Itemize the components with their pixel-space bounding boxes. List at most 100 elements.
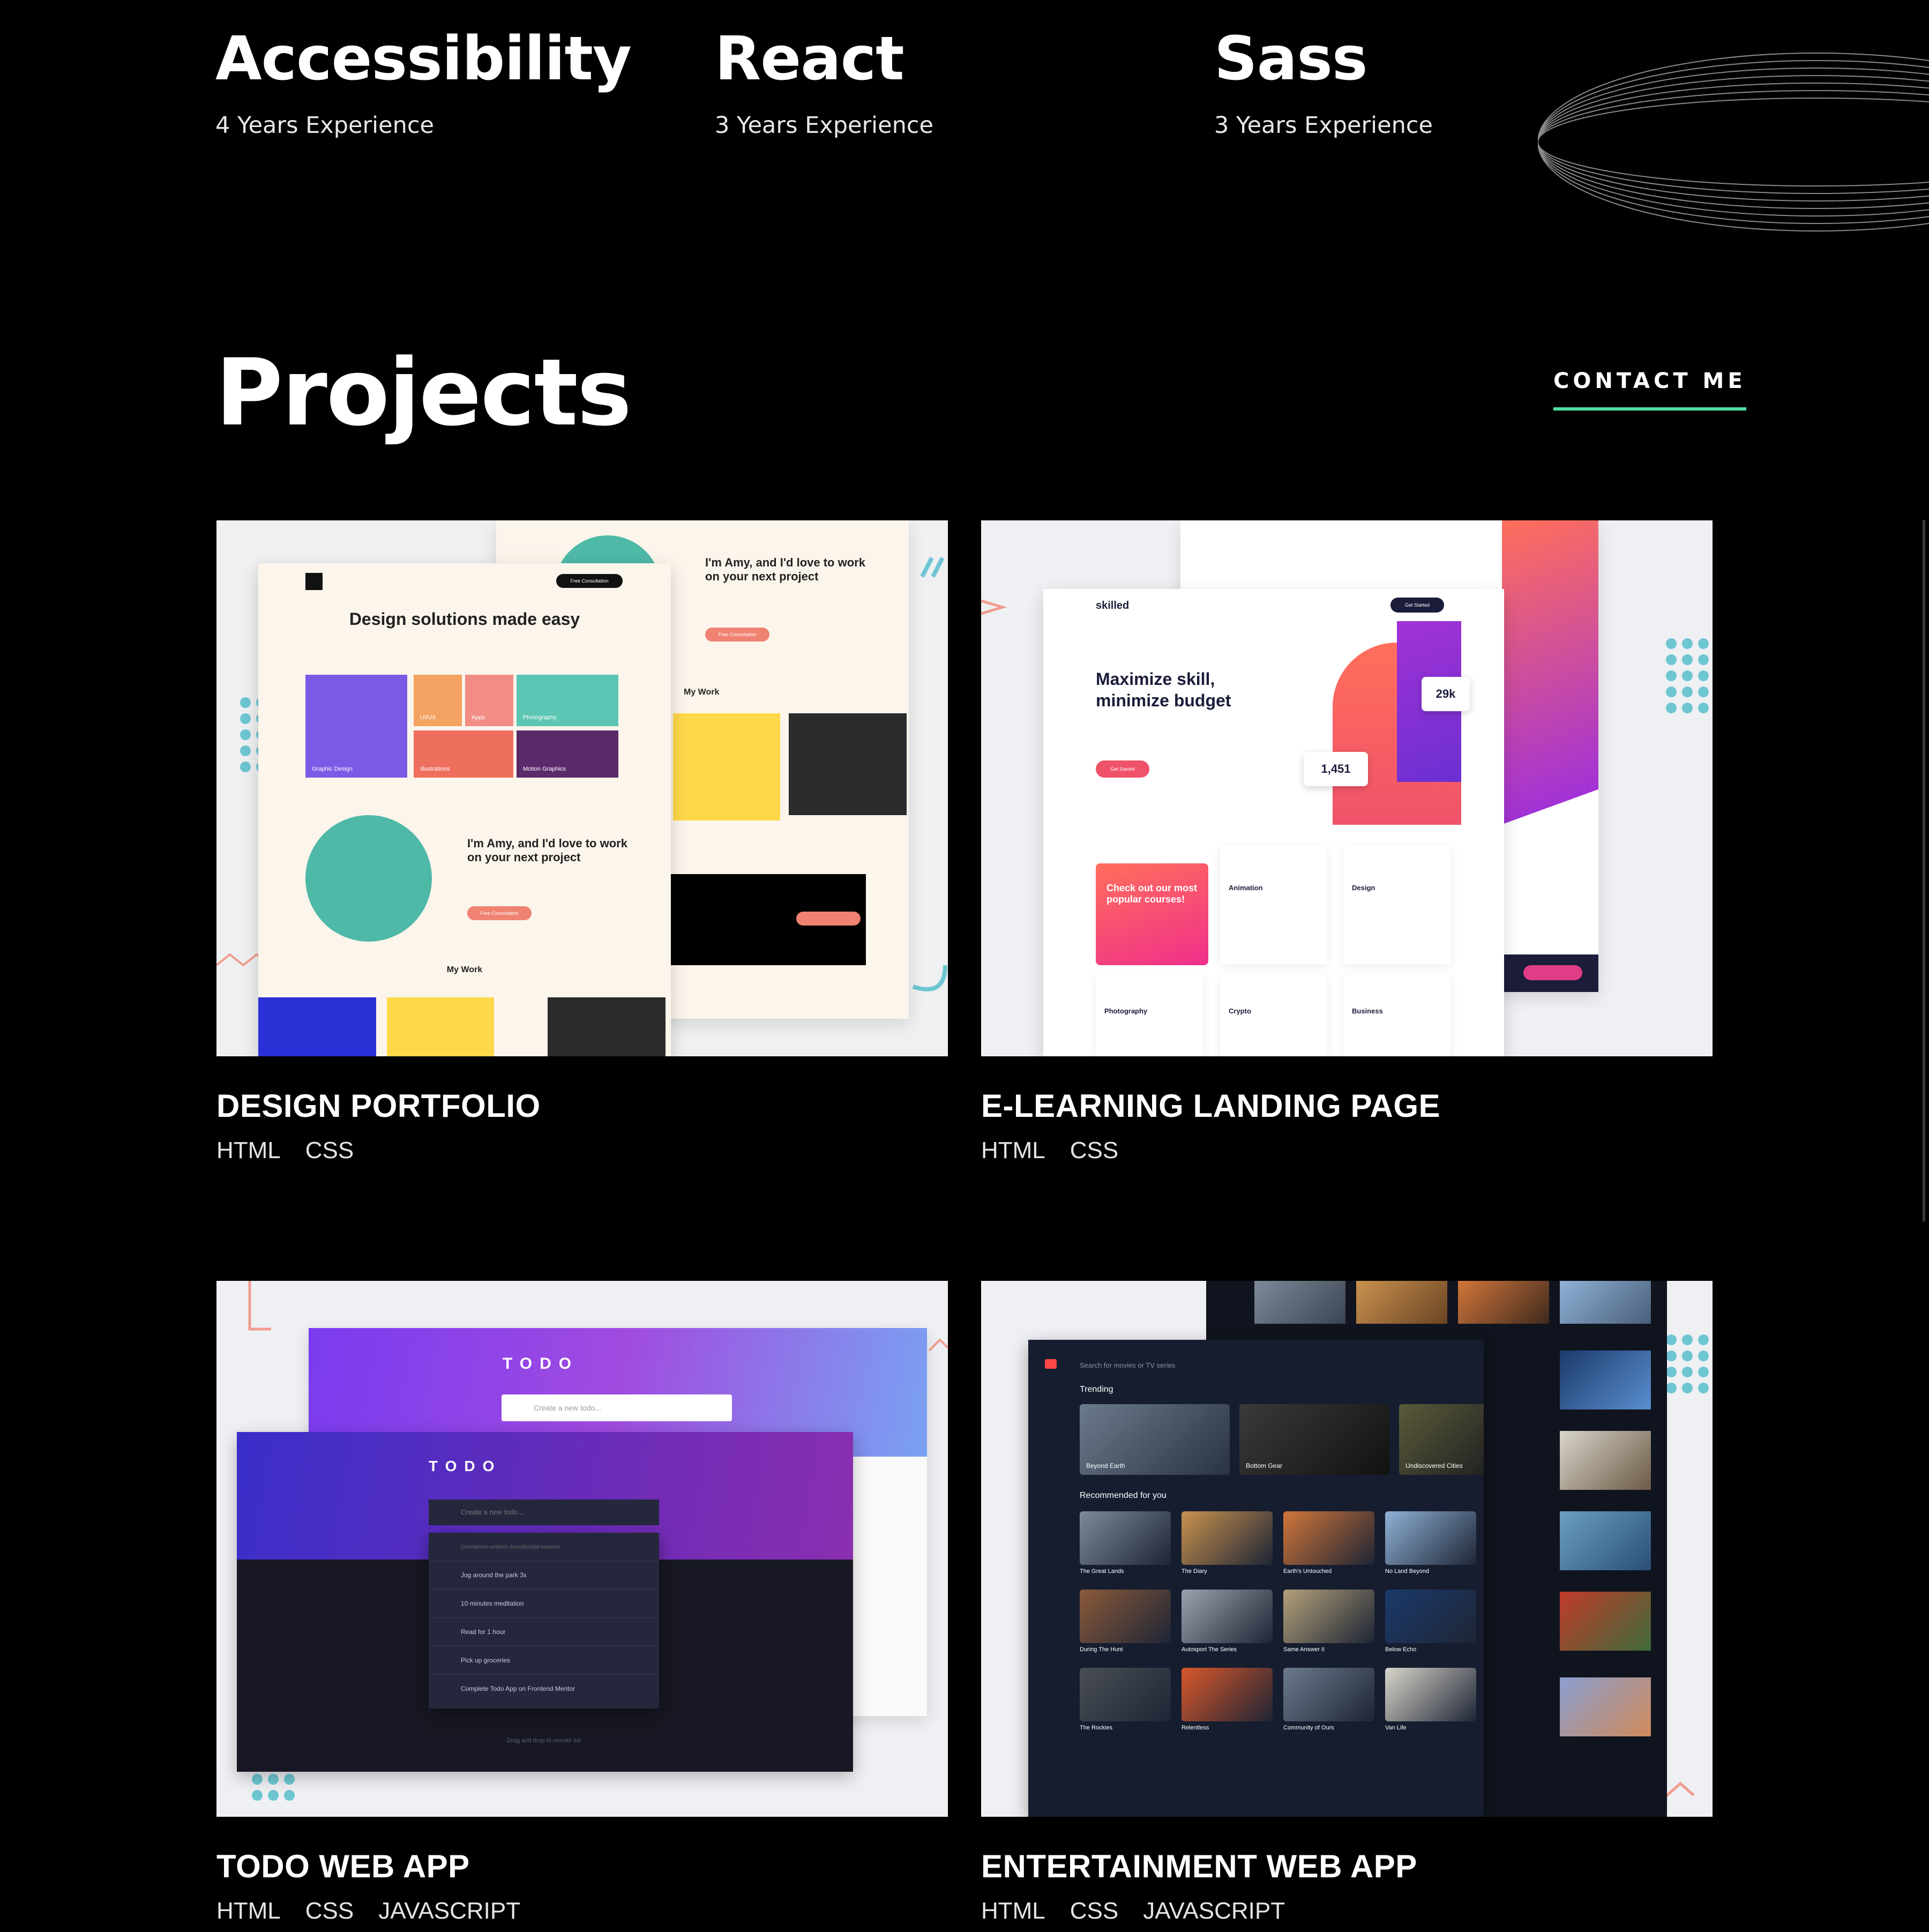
preview-page-front: skilled Get Started Maximize skill, mini… [1043, 589, 1504, 1056]
todo-hint: Drag and drop to reorder list [507, 1737, 581, 1744]
recommended-title: The Diary [1182, 1568, 1207, 1575]
dot-pattern [252, 1774, 295, 1801]
preview-page-front: TODO Create a new todo... Complete onlin… [237, 1432, 853, 1772]
project-tags: HTML CSS [981, 1136, 1713, 1166]
preview-intro: I'm Amy, and I'd love to work on your ne… [705, 556, 865, 583]
project-tag: CSS [305, 1898, 354, 1924]
app-logo-icon [1045, 1359, 1057, 1369]
tile-label: Apps [472, 714, 485, 721]
stat-courses: 1,451 [1304, 752, 1368, 786]
project-thumbnail[interactable]: TODO Create a new todo... TODO Create a … [216, 1281, 948, 1817]
todo-input: Create a new todo... [502, 1394, 732, 1421]
trending-title: Beyond Earth [1086, 1462, 1125, 1469]
project-card-e-learning: skilled Get Started Maximize skill, mini… [981, 520, 1713, 1166]
course-card: Photography [1096, 975, 1203, 1056]
tile-uiux: UI/UX [414, 675, 462, 726]
preview-cta: Get Started [1096, 760, 1149, 778]
poster [1356, 1281, 1447, 1324]
stat-members: 29k [1422, 677, 1470, 711]
recommended-card: Same Answer II [1283, 1590, 1374, 1653]
project-title[interactable]: TODO WEB APP [216, 1847, 948, 1886]
trending-title: Undiscovered Cities [1405, 1462, 1463, 1469]
recommended-card: Autosport The Series [1182, 1590, 1273, 1653]
course-card: Crypto [1220, 975, 1327, 1056]
recommended-grid: The Great Lands The Diary Earth's Untouche… [1080, 1511, 1484, 1731]
recommended-title: Earth's Untouched [1283, 1568, 1332, 1575]
search-field: Search for movies or TV series [1080, 1361, 1176, 1369]
project-card-design-portfolio: I'm Amy, and I'd love to work on your ne… [216, 520, 948, 1166]
work-thumb [673, 713, 780, 820]
preview-brand: skilled [1096, 600, 1130, 611]
recommended-title: Community of Ours [1283, 1725, 1334, 1731]
poster [1560, 1511, 1651, 1570]
scrollbar[interactable] [1923, 520, 1925, 1222]
recommended-title: Autosport The Series [1182, 1646, 1237, 1653]
skill-experience: 4 Years Experience [215, 112, 434, 139]
trending-card: Bottom Gear [1239, 1404, 1389, 1475]
project-thumbnail[interactable]: Search for movies or TV series Trending … [981, 1281, 1713, 1817]
skills-section: Accessibility 4 Years Experience React 3… [0, 0, 1929, 236]
preview-page-front: Search for movies or TV series Trending … [1028, 1340, 1484, 1817]
recommended-title: Same Answer II [1283, 1646, 1325, 1653]
tile-graphic-design: Graphic Design [305, 675, 407, 778]
todo-logo: TODO [503, 1355, 579, 1372]
cta-button [796, 912, 861, 926]
poster [1080, 1511, 1171, 1565]
work-thumb [548, 997, 666, 1056]
preview-headline: Design solutions made easy [349, 609, 580, 629]
trending-card: Beyond Earth [1080, 1404, 1230, 1475]
recommended-card: Van Life [1385, 1668, 1476, 1731]
poster [1254, 1281, 1345, 1324]
recommended-card: The Great Lands [1080, 1511, 1171, 1575]
project-title[interactable]: ENTERTAINMENT WEB APP [981, 1847, 1713, 1886]
gradient-band [1502, 520, 1598, 992]
project-thumbnail[interactable]: skilled Get Started Maximize skill, mini… [981, 520, 1713, 1056]
todo-item: Read for 1 hour [429, 1618, 659, 1646]
project-tag: HTML [216, 1898, 281, 1924]
tile-label: Motion Graphics [523, 766, 566, 772]
recommended-title: The Great Lands [1080, 1568, 1124, 1575]
poster [1283, 1511, 1374, 1565]
project-tag: HTML [216, 1137, 281, 1163]
trending-card: Undiscovered Cities [1399, 1404, 1484, 1475]
todo-item: Complete Todo App on Frontend Mentor [461, 1685, 575, 1692]
contact-me-link[interactable]: CONTACT ME [1553, 369, 1746, 411]
project-card-todo: TODO Create a new todo... TODO Create a … [216, 1281, 948, 1926]
preview-cta: Get Started [1390, 598, 1444, 613]
tile-motion-graphics: Motion Graphics [517, 730, 618, 778]
todo-list: Complete online JavaScript course Jog ar… [429, 1533, 659, 1709]
skill-sass: Sass 3 Years Experience [1214, 23, 1433, 140]
project-title[interactable]: E-LEARNING LANDING PAGE [981, 1086, 1713, 1126]
tile-photography: Photography [517, 675, 618, 726]
cta-button [1523, 965, 1582, 980]
project-tags: HTML CSS [216, 1136, 948, 1166]
preview-section: My Work [684, 688, 720, 697]
decorative-rings-pattern [1538, 53, 1929, 232]
recommended-title: Below Echo [1385, 1646, 1417, 1653]
preview-page-front: Free Consultation Design solutions made … [258, 563, 671, 1056]
trending-heading: Trending [1080, 1385, 1113, 1394]
logo-icon [305, 573, 323, 590]
todo-item: 10 minutes meditation [429, 1590, 659, 1618]
tile-illustrations: Illustrations [414, 730, 513, 778]
skill-name: Accessibility [215, 24, 632, 94]
tile-label: Graphic Design [312, 766, 353, 772]
course-card: Design [1343, 846, 1451, 964]
projects-heading: Projects [215, 339, 632, 446]
app-sidebar [1039, 1348, 1063, 1809]
todo-item: Pick up groceries [429, 1646, 659, 1675]
tile-label: Illustrations [420, 766, 450, 772]
preview-intro: I'm Amy, and I'd love to work on your ne… [467, 837, 627, 864]
skill-experience: 3 Years Experience [715, 112, 933, 139]
recommended-title: Relentless [1182, 1725, 1209, 1731]
project-tag: CSS [1070, 1898, 1119, 1924]
poster [1560, 1592, 1651, 1651]
recommended-heading: Recommended for you [1080, 1491, 1167, 1500]
project-thumbnail[interactable]: I'm Amy, and I'd love to work on your ne… [216, 520, 948, 1056]
poster [1560, 1677, 1651, 1736]
promo-card: Check out our most popular courses! [1096, 863, 1208, 965]
course-card: Animation [1220, 846, 1327, 964]
project-title[interactable]: DESIGN PORTFOLIO [216, 1086, 948, 1126]
work-thumb [387, 997, 494, 1056]
recommended-card: The Rockies [1080, 1668, 1171, 1731]
